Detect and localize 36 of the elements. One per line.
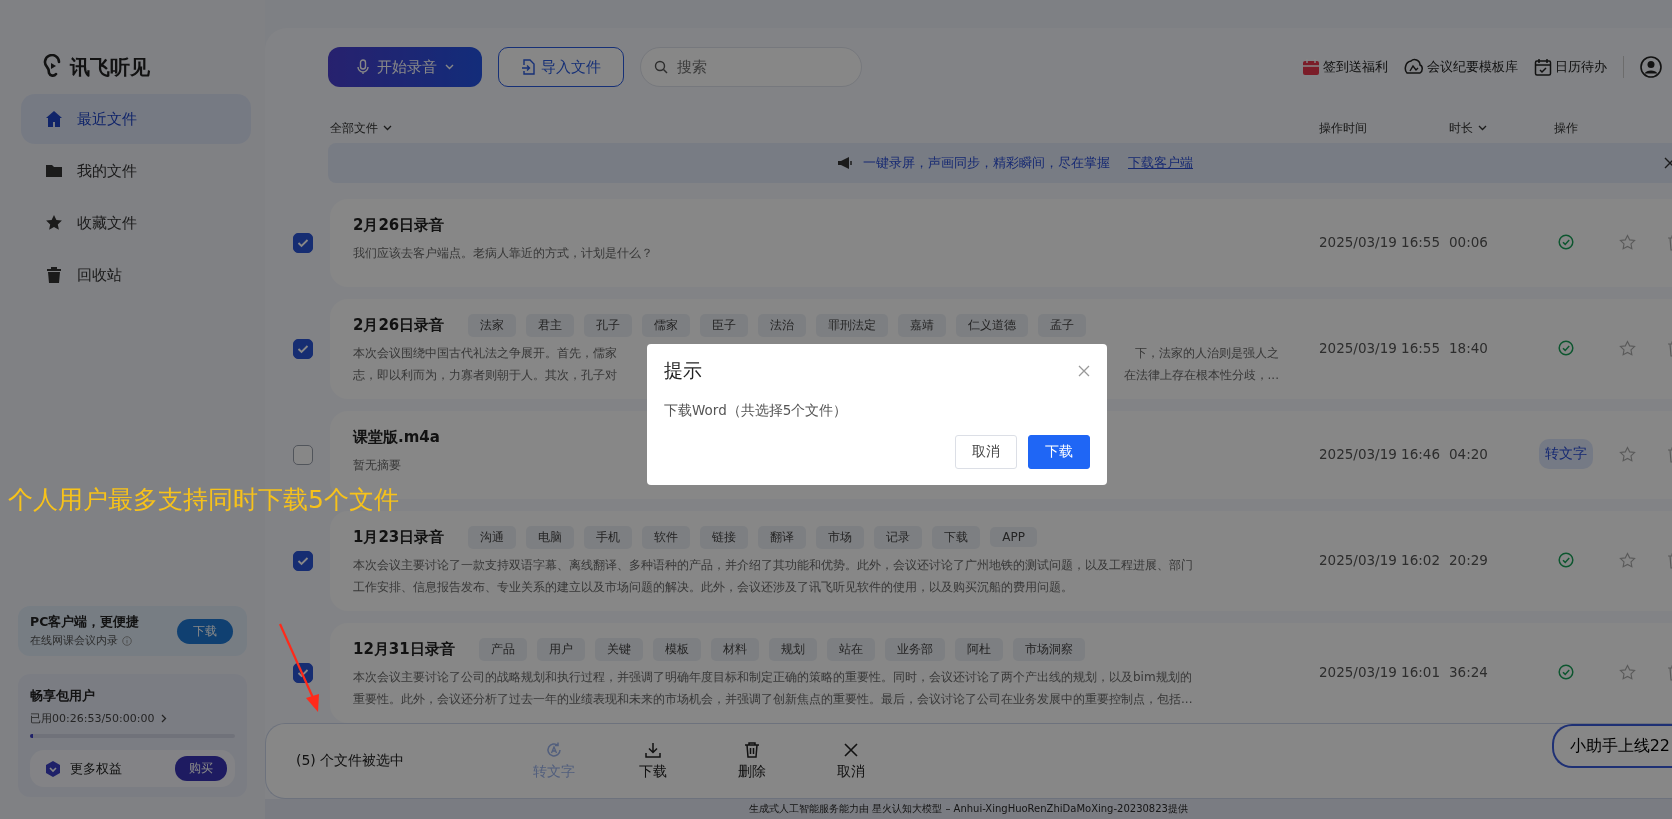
file-time: 2025/03/19 16:46 <box>1319 446 1441 463</box>
file-summary: 本次会议主要讨论了一款支持双语字幕、离线翻译、多种语种的产品，并介绍了其功能和优势。此外，会议还讨论了广州地铁的测试问题，以及工程进展、部门 <box>353 557 1193 575</box>
column-header: 操作时间 <box>1319 119 1368 137</box>
file-summary: 重要性。此外，会议还分析了过去一年的业绩表现和未来的市场机会，并强调了创新焦点的重要性。最后，会议讨论了公司在业务发展中的重要控制点，包括... <box>353 691 1193 709</box>
file-summary: 志，即以利而为，力寡者则朝于人。其次，孔子对 <box>353 367 617 385</box>
file-summary: 我们应该去客户端点。老病人靠近的方式，计划是什么？ <box>353 245 653 263</box>
file-duration: 36:24 <box>1449 664 1489 681</box>
file-duration: 18:40 <box>1449 340 1489 357</box>
file-summary: 下，法家的人治则是强人之 <box>1135 345 1279 363</box>
app-logo: 讯飞听见 <box>70 53 150 81</box>
plan-title: 畅享包用户 <box>30 688 96 705</box>
file-title: 12月31日录音 <box>353 639 455 659</box>
file-title: 1月23日录音 <box>353 527 445 547</box>
file-title: 2月26日录音 <box>353 215 445 235</box>
file-summary: 暂无摘要 <box>353 457 401 475</box>
dialog-title: 提示 <box>664 358 702 383</box>
promo-subtitle: 在线网课会议内录 <box>30 634 118 648</box>
benefit-label: 更多权益 <box>70 759 123 778</box>
file-title: 2月26日录音 <box>353 315 445 335</box>
file-time: 2025/03/19 16:55 <box>1319 234 1441 251</box>
column-header: 操作 <box>1553 119 1579 137</box>
file-summary: 本次会议围绕中国古代礼法之争展开。首先，儒家 <box>353 345 617 363</box>
file-title: 课堂版.m4a <box>353 427 440 447</box>
file-time: 2025/03/19 16:55 <box>1319 340 1441 357</box>
file-summary: 工作安排、信息报告发布、专业关系的建立以及市场问题的解决。此外，会议还涉及了讯飞听见软件的使用，以及购买沉船的费用问题。 <box>353 579 1073 597</box>
selection-count: (5) 个文件被选中 <box>296 751 406 770</box>
file-summary: 本次会议主要讨论了公司的战略规划和执行过程，并强调了明确年度目标和制定正确的策略的重要性。同时，会议还讨论了两个产出线的规划，以及bim规划的 <box>353 669 1192 687</box>
file-summary: 在法律上存在根本性分歧，... <box>1123 367 1279 385</box>
file-time: 2025/03/19 16:02 <box>1319 552 1441 569</box>
file-duration: 00:06 <box>1449 234 1489 251</box>
file-time: 2025/03/19 16:01 <box>1319 664 1441 681</box>
file-duration: 20:29 <box>1449 552 1489 569</box>
banner-text: 一键录屏，声画同步，精彩瞬间，尽在掌握 <box>863 154 1110 172</box>
footer-note: 生成式人工智能服务能力由 星火认知大模型 – Anhui-XingHuoRenZhiDaMoXing-20230823提供 <box>749 801 1188 816</box>
promo-title: PC客户端，更便捷 <box>30 614 141 631</box>
file-duration: 04:20 <box>1449 446 1489 463</box>
